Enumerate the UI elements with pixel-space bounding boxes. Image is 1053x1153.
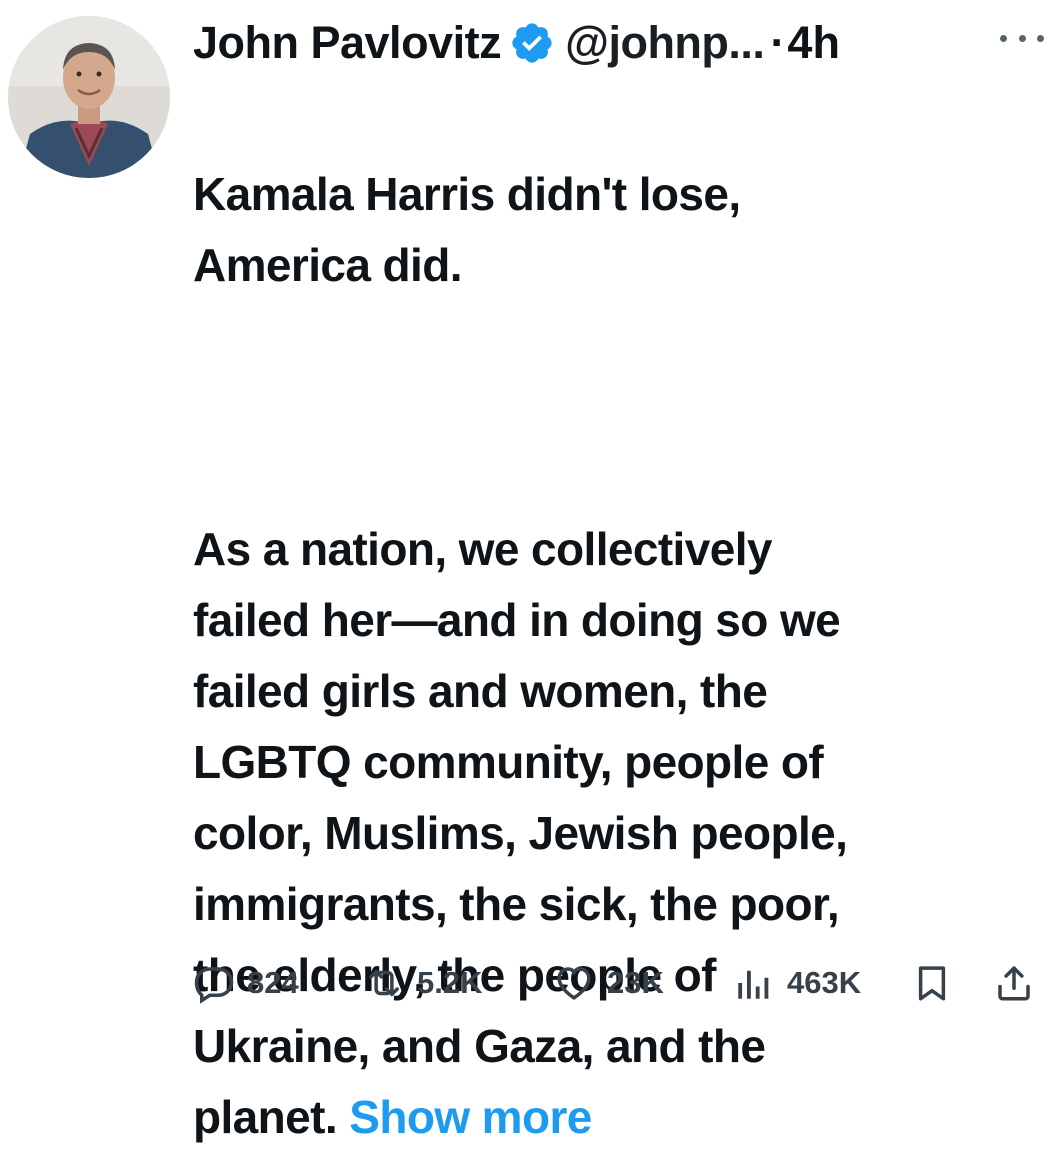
action-bar: 824 5.2K 23K 463K — [193, 955, 1043, 1011]
more-dots-icon[interactable] — [1000, 26, 1044, 50]
repost-icon — [363, 962, 405, 1004]
share-icon — [993, 962, 1035, 1004]
views-chart-icon — [733, 962, 775, 1004]
more-dot — [1000, 34, 1007, 42]
like-count: 23K — [607, 965, 664, 1000]
reply-button[interactable]: 824 — [193, 955, 299, 1011]
views-count: 463K — [787, 965, 862, 1000]
post-header: John Pavlovitz @johnp... · 4h — [193, 10, 1043, 76]
bookmark-button[interactable] — [911, 955, 953, 1011]
verified-badge-icon — [509, 20, 555, 66]
more-dot — [1018, 34, 1026, 42]
share-button[interactable] — [993, 955, 1035, 1011]
avatar[interactable] — [8, 16, 170, 178]
heart-icon — [553, 962, 595, 1004]
separator-dot: · — [770, 17, 786, 68]
bookmark-icon — [911, 962, 953, 1004]
reply-icon — [193, 962, 235, 1004]
author-handle[interactable]: @johnp... — [565, 17, 765, 69]
reply-count: 824 — [247, 965, 299, 1000]
like-button[interactable]: 23K — [553, 955, 664, 1011]
post-text-paragraph-2: As a nation, we collectively failed her—… — [193, 523, 848, 1143]
author-name[interactable]: John Pavlovitz — [193, 17, 502, 69]
post-text-paragraph-1: Kamala Harris didn't lose, America did. — [193, 168, 741, 291]
more-dot — [1037, 34, 1044, 42]
post-time[interactable]: 4h — [787, 17, 840, 69]
repost-button[interactable]: 5.2K — [363, 955, 482, 1011]
show-more-link[interactable]: Show more — [349, 1091, 592, 1143]
views-button[interactable]: 463K — [733, 955, 861, 1011]
repost-count: 5.2K — [417, 965, 483, 1000]
